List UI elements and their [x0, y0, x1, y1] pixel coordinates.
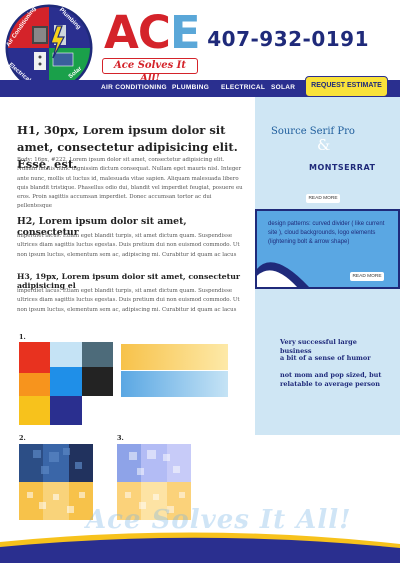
- pattern-3-label: 3.: [117, 434, 124, 442]
- design-patterns-text: design patterns: curved divider ( like c…: [268, 221, 385, 245]
- nav-item-solar[interactable]: SOLAR: [271, 84, 295, 91]
- color-swatch: [82, 367, 113, 396]
- body-paragraph-2: imperdiet lacus. Etiam eget blandit turp…: [17, 233, 240, 258]
- color-swatch: [50, 396, 82, 425]
- request-estimate-button[interactable]: REQUEST ESTIMATE: [305, 76, 388, 97]
- ace-tagline: Ace Solves It All!: [102, 58, 198, 84]
- color-swatch: [50, 342, 82, 367]
- site-header: Air Conditioning Plumbing Electrical Sol…: [0, 0, 400, 91]
- read-more-button[interactable]: READ MORE: [306, 194, 340, 203]
- color-swatch: [19, 396, 50, 425]
- gradient-swatch-yellow: [121, 344, 228, 370]
- color-swatch: [19, 373, 50, 396]
- pattern-2-label: 2.: [19, 434, 26, 442]
- footer-tagline-watermark: Ace Solves It All!: [86, 505, 352, 535]
- sidebar-line-3: not mom and pop sized, but relatable to …: [280, 371, 382, 388]
- palette-label: 1.: [19, 333, 26, 341]
- pattern-swatch-2: [19, 444, 93, 520]
- logo-quadrant-badge[interactable]: [4, 3, 98, 91]
- color-swatch: [82, 342, 113, 367]
- font-sample-ampersand: &: [317, 136, 331, 154]
- body-paragraph-1: Body: 16px, #222, Lorem ipsum dolor sit …: [17, 157, 243, 210]
- nav-item-air-conditioning[interactable]: AIR CONDITIONING: [101, 84, 167, 91]
- read-more-button-2[interactable]: READ MORE: [350, 272, 384, 281]
- body-paragraph-3: imperdiet lacus. Etiam eget blandit turp…: [17, 288, 240, 313]
- sidebar-line-2: a bit of a sense of humor: [280, 354, 371, 362]
- gradient-swatch-blue: [121, 371, 228, 397]
- nav-item-electrical[interactable]: ELECTRICAL: [221, 84, 265, 91]
- color-swatch: [50, 367, 82, 396]
- font-sample-montserrat: MONTSERRAT: [309, 163, 376, 172]
- ace-brand-text: ACE: [104, 6, 201, 59]
- phone-number[interactable]: 407-932-0191: [207, 27, 369, 51]
- nav-item-plumbing[interactable]: PLUMBING: [172, 84, 209, 91]
- color-swatch: [19, 342, 50, 373]
- ace-logo[interactable]: ACE Ace Solves It All!: [102, 6, 202, 84]
- font-sample-source-serif: Source Serif Pro: [271, 126, 355, 137]
